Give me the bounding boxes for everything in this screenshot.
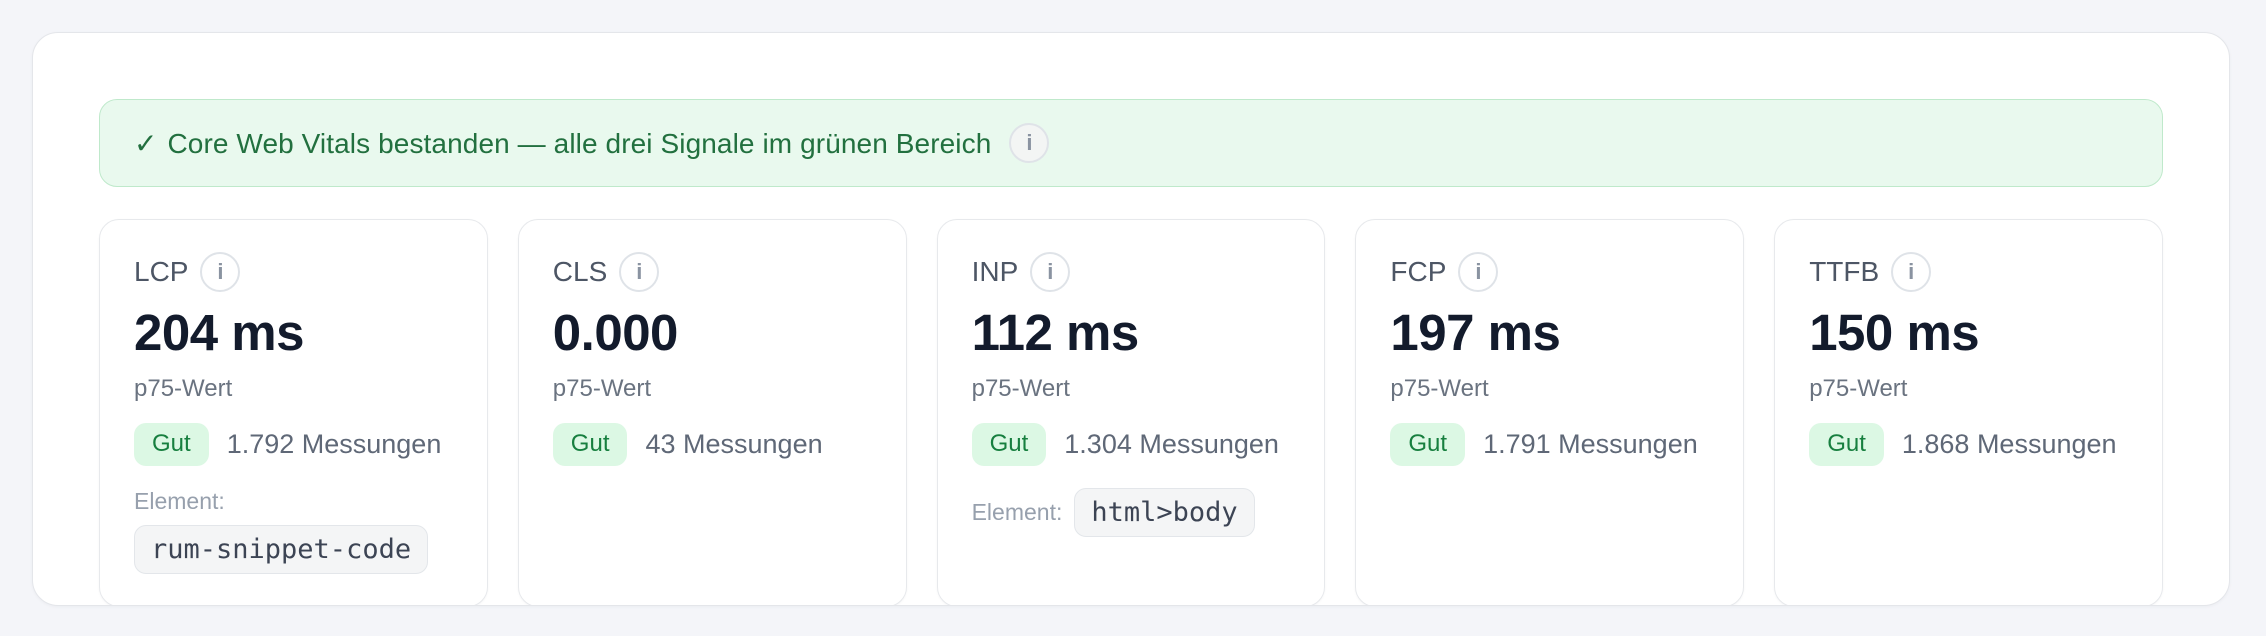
badge-row: Gut 1.304 Messungen <box>971 423 1291 466</box>
badge-row: Gut 1.791 Messungen <box>1390 423 1709 466</box>
banner-text: Core Web Vitals bestanden — alle drei Si… <box>167 127 992 159</box>
metric-card-ttfb: TTFB i 150 ms p75-Wert Gut 1.868 Messung… <box>1774 219 2163 605</box>
banner-message: ✓ Core Web Vitals bestanden — alle drei … <box>134 127 991 160</box>
metrics-row: LCP i 204 ms p75-Wert Gut 1.792 Messunge… <box>99 219 2163 605</box>
p75-label: p75-Wert <box>1809 375 1908 403</box>
info-icon[interactable]: i <box>1891 252 1932 292</box>
p75-label: p75-Wert <box>1390 375 1489 403</box>
element-row: Element: html>body <box>971 487 1291 538</box>
info-icon[interactable]: i <box>1030 252 1071 292</box>
measurements-count: 43 Messungen <box>645 428 823 459</box>
metric-label: LCP <box>134 256 189 287</box>
status-badge: Gut <box>971 423 1047 466</box>
status-badge: Gut <box>1390 423 1466 466</box>
vitals-panel: ✓ Core Web Vitals bestanden — alle drei … <box>32 32 2230 606</box>
measurements-count: 1.791 Messungen <box>1483 428 1698 459</box>
metric-card-inp: INP i 112 ms p75-Wert Gut 1.304 Messunge… <box>936 219 1326 605</box>
metric-value: 112 ms <box>971 304 1140 361</box>
element-label: Element: <box>971 498 1063 525</box>
metric-label: CLS <box>552 256 608 287</box>
p75-label: p75-Wert <box>971 375 1070 403</box>
measurements-count: 1.304 Messungen <box>1064 428 1279 459</box>
status-badge: Gut <box>1809 423 1884 466</box>
metric-label: FCP <box>1390 256 1447 287</box>
info-icon[interactable]: i <box>619 252 660 292</box>
info-icon[interactable]: i <box>1458 252 1499 292</box>
metric-value: 197 ms <box>1390 304 1561 361</box>
element-selector-chip: rum-snippet-code <box>134 524 429 575</box>
metric-card-cls: CLS i 0.000 p75-Wert Gut 43 Messungen <box>517 219 907 605</box>
metric-value: 0.000 <box>552 304 679 361</box>
badge-row: Gut 1.792 Messungen <box>134 423 453 466</box>
info-icon[interactable]: i <box>1009 123 1050 163</box>
measurements-count: 1.792 Messungen <box>226 428 442 459</box>
status-badge: Gut <box>134 423 209 466</box>
badge-row: Gut 43 Messungen <box>552 423 872 466</box>
badge-row: Gut 1.868 Messungen <box>1809 423 2128 466</box>
metric-value: 204 ms <box>134 304 304 361</box>
metric-label: TTFB <box>1809 256 1880 287</box>
metric-value: 150 ms <box>1809 304 1980 361</box>
p75-label: p75-Wert <box>134 375 233 403</box>
metric-label: INP <box>971 256 1019 287</box>
status-badge: Gut <box>552 423 628 466</box>
element-row: Element: rum-snippet-code <box>134 488 453 575</box>
metric-card-fcp: FCP i 197 ms p75-Wert Gut 1.791 Messunge… <box>1355 219 1745 605</box>
metric-card-header: LCP i <box>134 252 453 292</box>
metric-card-header: TTFB i <box>1809 252 2128 292</box>
checkmark-icon: ✓ <box>134 127 158 159</box>
status-banner: ✓ Core Web Vitals bestanden — alle drei … <box>99 99 2163 187</box>
metric-card-lcp: LCP i 204 ms p75-Wert Gut 1.792 Messunge… <box>99 219 488 605</box>
element-label: Element: <box>134 487 225 514</box>
p75-label: p75-Wert <box>552 375 652 403</box>
metric-card-header: INP i <box>972 252 1291 292</box>
info-icon[interactable]: i <box>200 252 241 292</box>
metric-card-header: CLS i <box>553 252 872 292</box>
element-selector-chip: html>body <box>1074 487 1255 538</box>
measurements-count: 1.868 Messungen <box>1901 428 2117 459</box>
metric-card-header: FCP i <box>1390 252 1709 292</box>
